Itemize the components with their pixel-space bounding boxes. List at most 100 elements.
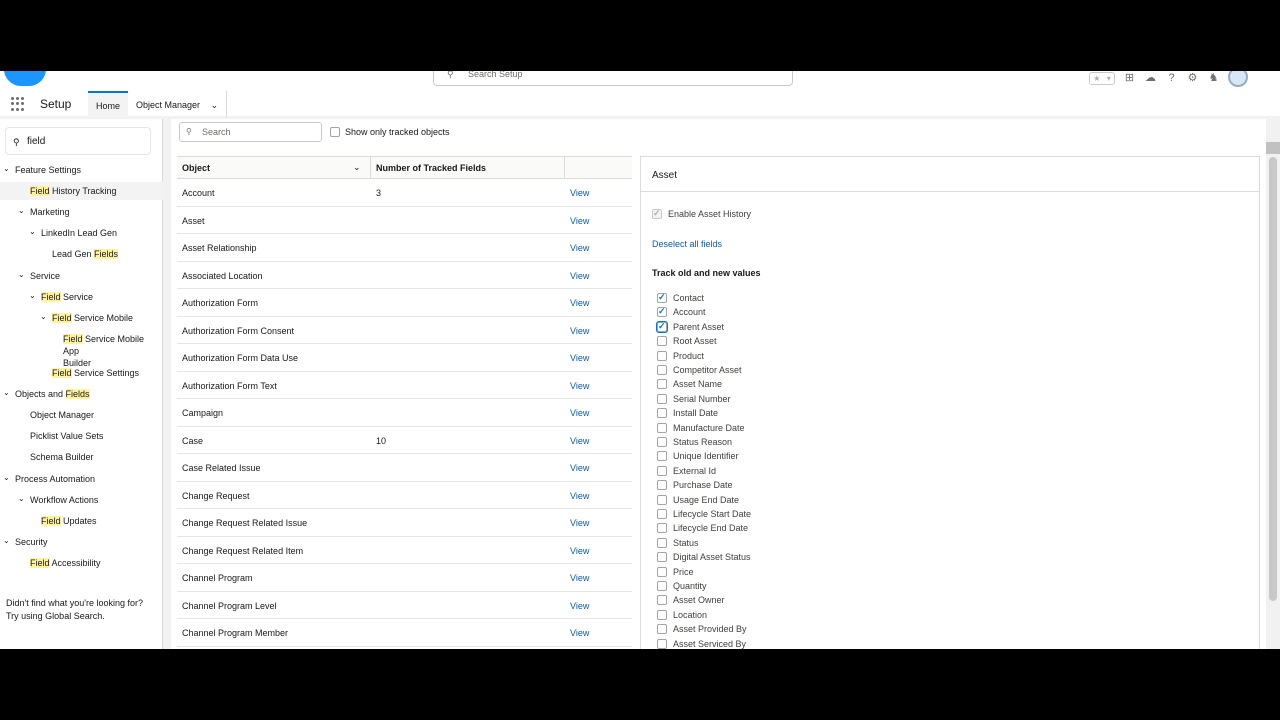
field-checkbox[interactable] <box>657 624 667 635</box>
field-checkbox[interactable] <box>657 408 667 419</box>
field-checkbox-row[interactable]: Asset Owner <box>657 595 725 606</box>
view-link[interactable]: View <box>570 188 589 198</box>
tab-home[interactable]: Home <box>88 91 129 117</box>
view-link[interactable]: View <box>570 628 589 638</box>
field-checkbox[interactable] <box>657 321 667 332</box>
deselect-all-link[interactable]: Deselect all fields <box>652 239 722 249</box>
sidebar-item[interactable]: ⌄ Objects and Fields <box>0 385 163 403</box>
field-checkbox-row[interactable]: Usage End Date <box>657 494 739 505</box>
field-checkbox[interactable] <box>657 552 667 563</box>
view-link[interactable]: View <box>570 353 589 363</box>
field-checkbox[interactable] <box>657 306 667 318</box>
sidebar-item[interactable]: Picklist Value Sets <box>0 427 163 445</box>
quick-find-input[interactable]: ⚲ field <box>5 127 151 155</box>
sidebar-item[interactable]: ⌄ Workflow Actions <box>0 491 163 509</box>
field-checkbox[interactable] <box>657 609 667 620</box>
field-checkbox-row[interactable]: Quantity <box>657 581 707 591</box>
scrollbar-thumb[interactable] <box>1269 157 1277 601</box>
view-link[interactable]: View <box>570 271 589 281</box>
user-avatar[interactable] <box>1228 71 1248 87</box>
sidebar-item[interactable]: Schema Builder <box>0 448 163 466</box>
field-checkbox[interactable] <box>657 494 667 505</box>
help-icon[interactable]: ? <box>1165 72 1178 85</box>
field-checkbox[interactable] <box>657 451 667 462</box>
sidebar-item[interactable]: Field History Tracking <box>0 182 163 200</box>
field-checkbox-row[interactable]: Price <box>657 566 694 577</box>
field-checkbox-row[interactable]: External Id <box>657 465 716 476</box>
view-link[interactable]: View <box>570 298 589 308</box>
sidebar-item[interactable]: Field Accessibility <box>0 554 163 572</box>
column-object[interactable]: Object <box>182 163 210 173</box>
field-checkbox[interactable] <box>657 638 667 649</box>
scroll-up-arrow-icon[interactable] <box>1266 142 1280 154</box>
view-link[interactable]: View <box>570 546 589 556</box>
view-link[interactable]: View <box>570 243 589 253</box>
field-checkbox-row[interactable]: Root Asset <box>657 336 717 347</box>
view-link[interactable]: View <box>570 436 589 446</box>
field-checkbox[interactable] <box>657 422 667 433</box>
sidebar-item[interactable]: ⌄ Field Service Mobile <box>0 309 163 327</box>
chevron-down-icon[interactable]: ⌄ <box>211 100 219 110</box>
sidebar-item[interactable]: ⌄ Marketing <box>0 203 163 221</box>
field-checkbox-row[interactable]: Contact <box>657 292 704 303</box>
sidebar-item[interactable]: Lead Gen Fields <box>0 245 163 263</box>
sidebar-item[interactable]: ⌄ Process Automation <box>0 470 163 488</box>
view-link[interactable]: View <box>570 491 589 501</box>
field-checkbox[interactable] <box>657 437 667 447</box>
show-tracked-checkbox[interactable] <box>330 127 340 137</box>
sidebar-item[interactable]: Field Service Mobile App Builder <box>0 330 163 368</box>
sidebar-item[interactable]: Object Manager <box>0 406 163 424</box>
sidebar-item[interactable]: ⌄ LinkedIn Lead Gen <box>0 224 163 242</box>
field-checkbox[interactable] <box>657 393 667 404</box>
chevron-down-icon[interactable]: ⌄ <box>3 387 10 399</box>
view-link[interactable]: View <box>570 518 589 528</box>
view-link[interactable]: View <box>570 326 589 336</box>
sidebar-item[interactable]: ⌄ Service <box>0 267 163 285</box>
chevron-down-icon[interactable]: ⌄ <box>3 163 10 175</box>
field-checkbox-row[interactable]: Location <box>657 609 707 620</box>
sidebar-item[interactable]: ⌄ Security <box>0 533 163 551</box>
search-setup-input[interactable]: ⚲ Search Setup <box>433 71 793 86</box>
field-checkbox[interactable] <box>657 595 667 606</box>
chevron-down-icon[interactable]: ⌄ <box>18 269 25 281</box>
chevron-down-icon[interactable]: ⌄ <box>40 311 47 323</box>
field-checkbox[interactable] <box>657 523 667 534</box>
field-checkbox-row[interactable]: Install Date <box>657 408 718 419</box>
field-checkbox-row[interactable]: Purchase Date <box>657 480 733 491</box>
field-checkbox-row[interactable]: Status Reason <box>657 437 732 447</box>
field-checkbox[interactable] <box>657 365 667 375</box>
favorites-button[interactable]: ★ ▾ <box>1089 71 1115 85</box>
view-link[interactable]: View <box>570 601 589 611</box>
trailhead-icon[interactable]: ☁ <box>1144 72 1157 85</box>
view-link[interactable]: View <box>570 216 589 226</box>
object-search-input[interactable]: ⚲ Search <box>179 122 322 142</box>
view-link[interactable]: View <box>570 408 589 418</box>
chevron-down-icon[interactable]: ⌄ <box>3 472 10 484</box>
field-checkbox[interactable] <box>657 537 667 548</box>
view-link[interactable]: View <box>570 573 589 583</box>
sidebar-item[interactable]: Field Service Settings <box>0 364 163 382</box>
sidebar-item[interactable]: ⌄ Field Service <box>0 288 163 306</box>
field-checkbox-row[interactable]: Parent Asset <box>657 321 724 332</box>
app-launcher-icon[interactable] <box>11 97 25 111</box>
salesforce-logo[interactable] <box>4 71 46 86</box>
field-checkbox[interactable] <box>657 566 667 577</box>
field-checkbox-row[interactable]: Unique Identifier <box>657 451 739 462</box>
field-checkbox[interactable] <box>657 336 667 347</box>
field-checkbox-row[interactable]: Product <box>657 350 704 361</box>
sidebar-item[interactable]: ⌄ Feature Settings <box>0 161 163 179</box>
field-checkbox-row[interactable]: Account <box>657 306 706 318</box>
field-checkbox[interactable] <box>657 379 667 390</box>
field-checkbox-row[interactable]: Asset Provided By <box>657 624 747 635</box>
field-checkbox[interactable] <box>657 581 667 591</box>
chevron-down-icon[interactable]: ⌄ <box>3 535 10 547</box>
field-checkbox[interactable] <box>657 292 667 303</box>
chevron-down-icon[interactable]: ⌄ <box>18 493 25 505</box>
view-link[interactable]: View <box>570 463 589 473</box>
global-actions-plus-icon[interactable]: ⊞ <box>1123 72 1136 85</box>
notifications-bell-icon[interactable]: ♞ <box>1207 72 1220 85</box>
tab-object-manager[interactable]: Object Manager ⌄ <box>128 91 228 117</box>
field-checkbox-row[interactable]: Serial Number <box>657 393 731 404</box>
field-checkbox-row[interactable]: Status <box>657 537 699 548</box>
show-tracked-only[interactable]: Show only tracked objects <box>330 127 450 137</box>
